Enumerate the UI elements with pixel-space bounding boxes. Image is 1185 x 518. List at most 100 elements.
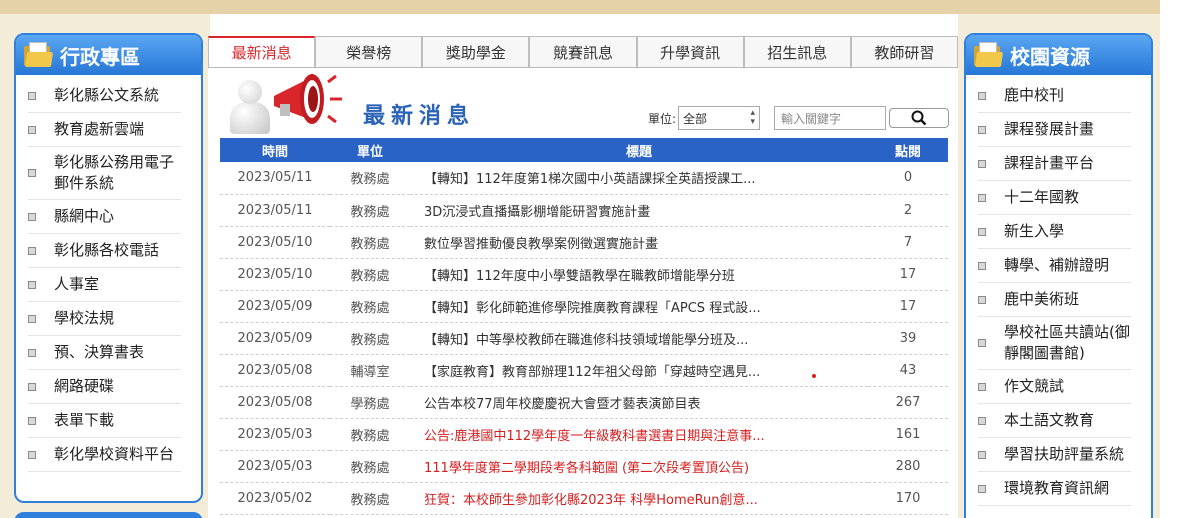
table-row: 2023/05/08 輔導室 【家庭教育】教育部辦理112年祖父母節「穿越時空遇見.…: [220, 354, 948, 387]
bullet-icon: [28, 450, 36, 459]
news-link[interactable]: 【轉知】中等學校教師在職進修科技領域增能學分班及...: [410, 322, 868, 355]
table-row: 2023/05/09 教務處 【轉知】彰化師範進修學院推廣教育課程「APCS 程式設…: [220, 290, 948, 323]
campus-link[interactable]: 作文競試: [978, 370, 1131, 404]
news-title: 最新消息: [363, 104, 476, 129]
bullet-icon: [978, 416, 986, 425]
tab-latest-news[interactable]: 最新消息: [208, 36, 316, 67]
bullet-icon: [978, 484, 986, 493]
bullet-icon: [978, 295, 986, 304]
unit-label: 單位:: [648, 111, 677, 126]
cursor-dot: [812, 374, 816, 378]
admin-link[interactable]: 彰化縣公務用電子郵件系統: [28, 147, 181, 200]
bullet-icon: [978, 91, 986, 100]
admin-panel-header: 行政專區: [16, 35, 201, 75]
tab-admissions[interactable]: 招生訊息: [743, 36, 851, 67]
bullet-icon: [978, 261, 986, 270]
news-link[interactable]: 【轉知】彰化師範進修學院推廣教育課程「APCS 程式設...: [410, 290, 868, 323]
campus-link[interactable]: 轉學、補辦證明: [978, 249, 1131, 283]
admin-link[interactable]: 教育處新雲端: [28, 113, 181, 147]
bullet-icon: [28, 382, 36, 391]
next-panel-header: [14, 512, 203, 518]
news-link[interactable]: 公告本校77周年校慶慶祝大會暨才藝表演節目表: [410, 386, 868, 419]
news-tabs: 最新消息 榮譽榜 獎助學金 競賽訊息 升學資訊 招生訊息 教師研習: [208, 36, 958, 68]
news-link[interactable]: 3D沉浸式直播攝影棚增能研習實施計畫: [410, 194, 868, 227]
table-row: 2023/05/11 教務處 3D沉浸式直播攝影棚增能研習實施計畫 2: [220, 194, 948, 227]
news-link[interactable]: 【轉知】112年度第1梯次國中小英語課採全英語授課工...: [410, 162, 868, 195]
campus-link[interactable]: 鹿中美術班: [978, 283, 1131, 317]
table-row: 2023/05/10 教務處 【轉知】112年度中小學雙語教學在職教師增能學分班 17: [220, 258, 948, 291]
table-row: 2023/05/09 教務處 【轉知】中等學校教師在職進修科技領域增能學分班及...…: [220, 322, 948, 355]
select-arrows-icon: ▴ ▾: [750, 108, 756, 127]
campus-panel-title: 校園資源: [1010, 44, 1090, 69]
admin-panel-title: 行政專區: [60, 44, 140, 69]
admin-panel: 行政專區 彰化縣公文系統 教育處新雲端 彰化縣公務用電子郵件系統 縣網中心 彰化…: [14, 33, 203, 503]
table-row: 2023/05/11 教務處 【轉知】112年度第1梯次國中小英語課採全英語授課工.…: [220, 162, 948, 195]
admin-link[interactable]: 彰化學校資料平台: [28, 438, 181, 472]
tab-scholarships[interactable]: 獎助學金: [422, 36, 530, 67]
campus-resources-panel: 校園資源 鹿中校刊 課程發展計畫 課程計畫平台 十二年國教 新生入學 轉學、補辦…: [964, 33, 1153, 518]
news-link[interactable]: 公告:鹿港國中112學年度一年級教科書選書日期與注意事...: [410, 418, 868, 451]
bullet-icon: [28, 314, 36, 323]
bullet-icon: [28, 169, 36, 177]
folder-icon: [24, 42, 54, 68]
admin-link[interactable]: 縣網中心: [28, 200, 181, 234]
admin-link[interactable]: 人事室: [28, 268, 181, 302]
news-link[interactable]: 狂賀：本校師生參加彰化縣2023年 科學HomeRun創意...: [410, 482, 868, 515]
unit-select[interactable]: 全部 ▴ ▾: [678, 106, 761, 130]
table-row: 2023/05/02 教務處 狂賀：本校師生參加彰化縣2023年 科學HomeRun…: [220, 482, 948, 515]
tab-honor-roll[interactable]: 榮譽榜: [315, 36, 423, 67]
bullet-icon: [978, 125, 986, 134]
bullet-icon: [28, 348, 36, 357]
col-unit: 單位: [356, 144, 383, 160]
tab-teacher-training[interactable]: 教師研習: [850, 36, 958, 67]
search-button[interactable]: [889, 108, 950, 128]
campus-link[interactable]: 十二年國教: [978, 181, 1131, 215]
col-hits: 點閱: [894, 144, 921, 160]
news-link[interactable]: 【轉知】112年度中小學雙語教學在職教師增能學分班: [410, 258, 868, 291]
search-icon: [911, 110, 927, 126]
bullet-icon: [978, 193, 986, 202]
news-section: 最新消息 榮譽榜 獎助學金 競賽訊息 升學資訊 招生訊息 教師研習 最新消息 單…: [208, 36, 958, 518]
campus-link[interactable]: 學校社區共讀站(御靜閣圖書館): [978, 317, 1131, 370]
campus-link[interactable]: 學習扶助評量系統: [978, 438, 1131, 472]
bullet-icon: [28, 125, 36, 134]
table-row: 2023/05/03 教務處 111學年度第二學期段考各科範圍 (第二次段考置頂公告…: [220, 450, 948, 483]
campus-link-list: 鹿中校刊 課程發展計畫 課程計畫平台 十二年國教 新生入學 轉學、補辦證明 鹿中…: [966, 75, 1151, 506]
campus-link[interactable]: 課程計畫平台: [978, 147, 1131, 181]
bullet-icon: [28, 91, 36, 100]
bullet-icon: [28, 280, 36, 289]
bullet-icon: [978, 450, 986, 459]
admin-link[interactable]: 表單下載: [28, 404, 181, 438]
admin-link[interactable]: 學校法規: [28, 302, 181, 336]
news-table: 時間 單位 標題 點閱 2023/05/11 教務處 【轉知】112年度第1梯次國中…: [220, 138, 948, 515]
admin-link[interactable]: 預、決算書表: [28, 336, 181, 370]
bullet-icon: [978, 382, 986, 391]
campus-panel-header: 校園資源: [966, 35, 1151, 75]
campus-link[interactable]: 本土語文教育: [978, 404, 1131, 438]
bullet-icon: [28, 416, 36, 425]
bullet-icon: [978, 159, 986, 168]
campus-link[interactable]: 環境教育資訊網: [978, 472, 1131, 506]
admin-link[interactable]: 彰化縣各校電話: [28, 234, 181, 268]
campus-link[interactable]: 鹿中校刊: [978, 79, 1131, 113]
unit-select-value: 全部: [683, 111, 708, 126]
admin-link[interactable]: 網路硬碟: [28, 370, 181, 404]
bullet-icon: [28, 246, 36, 255]
admin-link[interactable]: 彰化縣公文系統: [28, 79, 181, 113]
news-link[interactable]: 111學年度第二學期段考各科範圍 (第二次段考置頂公告): [410, 450, 868, 483]
col-date: 時間: [261, 144, 288, 160]
bullet-icon: [978, 227, 986, 236]
bullet-icon: [28, 212, 36, 221]
col-title: 標題: [625, 144, 652, 160]
news-header: 最新消息 單位: 全部 ▴ ▾ 輸入關鍵字: [208, 68, 958, 138]
campus-link[interactable]: 課程發展計畫: [978, 113, 1131, 147]
news-link[interactable]: 【家庭教育】教育部辦理112年祖父母節「穿越時空遇見...: [410, 354, 868, 387]
table-row: 2023/05/03 教務處 公告:鹿港國中112學年度一年級教科書選書日期與注意事…: [220, 418, 948, 451]
keyword-input[interactable]: 輸入關鍵字: [774, 106, 887, 130]
tab-competitions[interactable]: 競賽訊息: [529, 36, 637, 67]
tab-further-education[interactable]: 升學資訊: [636, 36, 744, 67]
news-link[interactable]: 數位學習推動優良教學案例徵選實施計畫: [410, 226, 868, 259]
campus-link[interactable]: 新生入學: [978, 215, 1131, 249]
table-row: 2023/05/10 教務處 數位學習推動優良教學案例徵選實施計畫 7: [220, 226, 948, 259]
news-filter: 單位: 全部 ▴ ▾ 輸入關鍵字: [648, 106, 950, 130]
